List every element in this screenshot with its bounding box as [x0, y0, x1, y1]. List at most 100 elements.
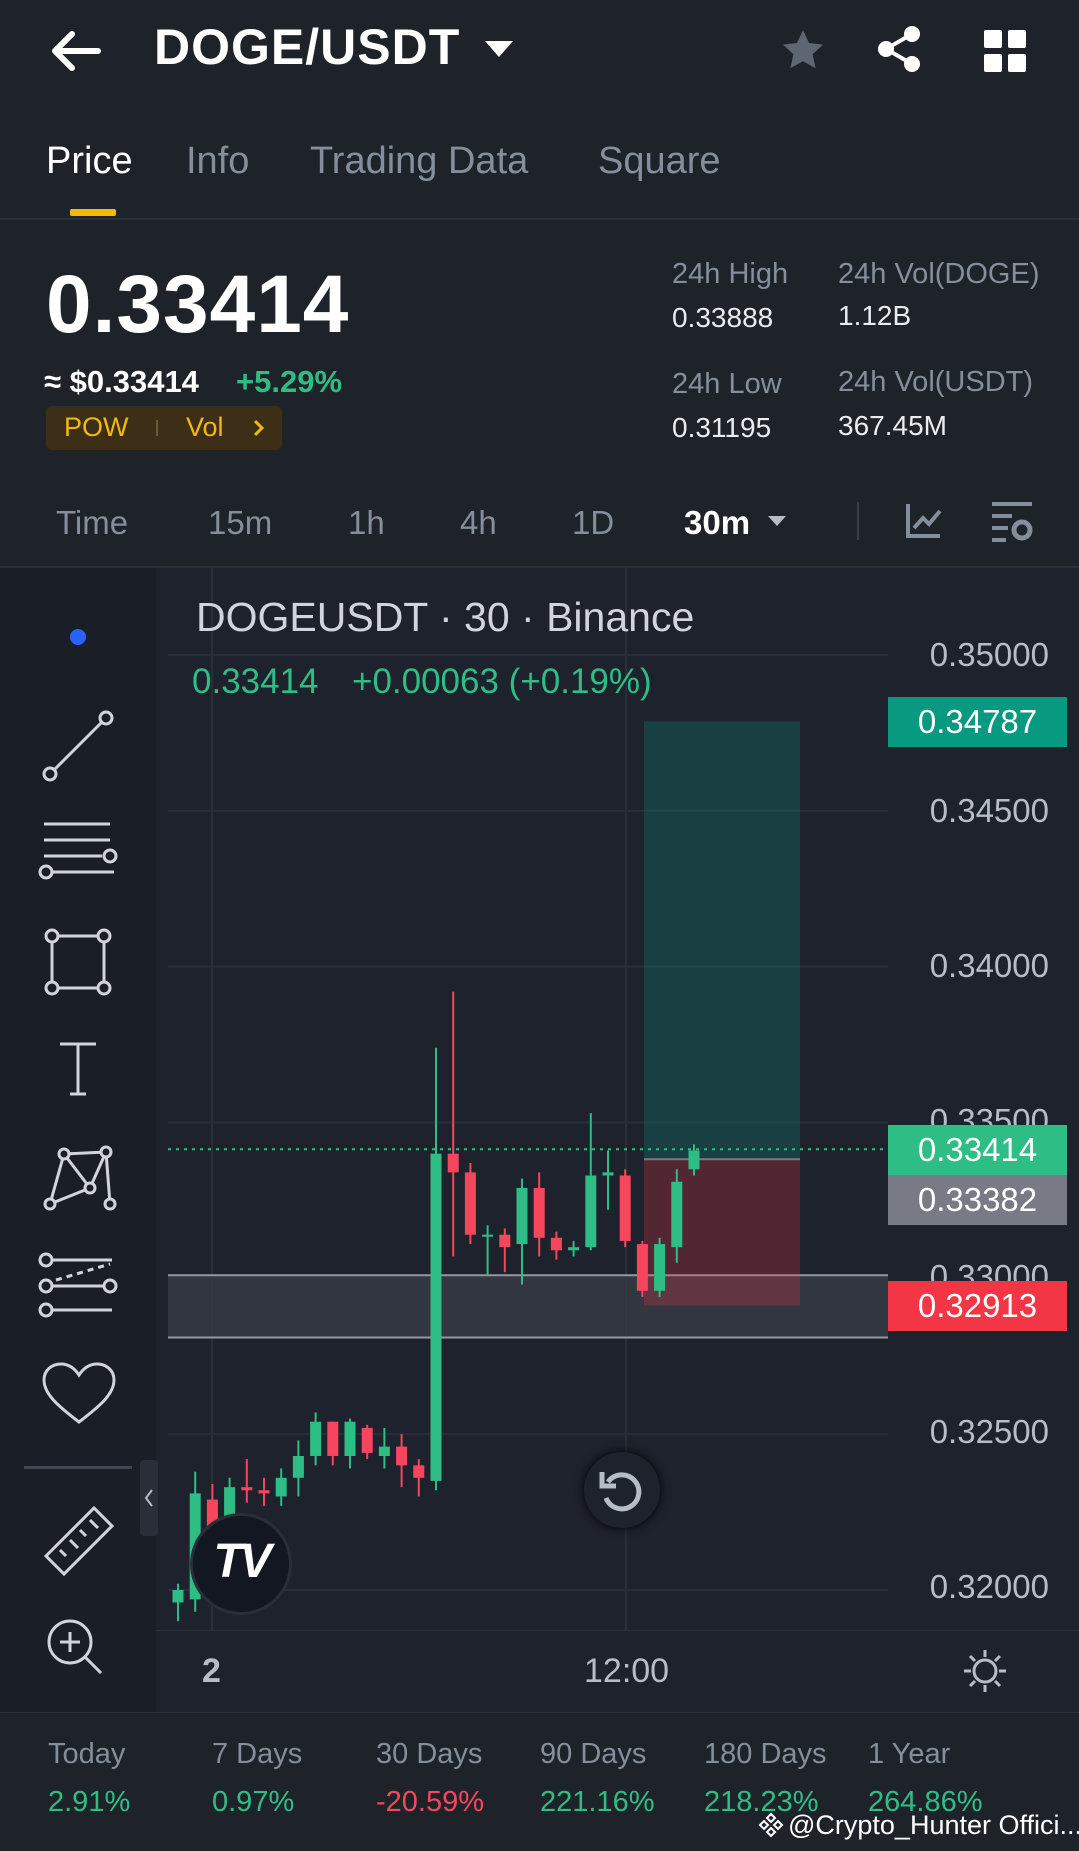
- back-button[interactable]: [46, 26, 106, 76]
- chart-title: DOGEUSDT · 30 · Binance: [196, 594, 695, 640]
- share-icon[interactable]: [876, 24, 924, 74]
- current-price-badge: 0.33414: [888, 1125, 1067, 1175]
- timeframe-1d[interactable]: 1D: [572, 504, 614, 542]
- perf-value-30d: -20.59%: [376, 1786, 485, 1818]
- timeframe-time[interactable]: Time: [56, 504, 128, 542]
- candle-body: [636, 1244, 648, 1291]
- binance-logo-icon: [758, 1812, 784, 1838]
- candle-body: [499, 1234, 511, 1248]
- perf-label-90d: 90 Days: [540, 1738, 647, 1770]
- toolbar-separator: [857, 502, 859, 540]
- brightness-icon[interactable]: [962, 1648, 1008, 1694]
- candle-body: [516, 1187, 528, 1245]
- indicator-icon[interactable]: [904, 500, 944, 540]
- position-loss-zone: [644, 1159, 800, 1306]
- candle-body: [568, 1247, 580, 1251]
- high-label: 24h High: [672, 258, 789, 290]
- star-icon[interactable]: [778, 26, 828, 74]
- chart-settings-icon[interactable]: [990, 500, 1036, 544]
- perf-label-today: Today: [48, 1738, 126, 1770]
- high-value: 0.33888: [672, 302, 774, 333]
- candle-body: [654, 1244, 666, 1291]
- timeframe-4h[interactable]: 4h: [460, 504, 497, 542]
- entry-price-badge: 0.33382: [888, 1175, 1067, 1225]
- watermark-text: @Crypto_Hunter Offici...: [788, 1810, 1079, 1840]
- timeframe-1h[interactable]: 1h: [348, 504, 385, 542]
- candle-body: [447, 1153, 459, 1173]
- y-tick-label: 0.32500: [929, 1413, 1049, 1450]
- divider: [0, 218, 1079, 220]
- timeframe-selected[interactable]: 30m: [684, 504, 750, 542]
- perf-value-7d: 0.97%: [212, 1786, 295, 1818]
- last-price: 0.33414: [46, 259, 350, 350]
- candle-body: [482, 1234, 494, 1237]
- candle-body: [533, 1187, 545, 1238]
- candle-body: [258, 1490, 270, 1494]
- candle-body: [413, 1465, 425, 1478]
- candle-body: [464, 1172, 476, 1235]
- tab-info[interactable]: Info: [186, 140, 249, 183]
- perf-value-90d: 221.16%: [540, 1786, 655, 1818]
- stop-price-badge: 0.32913: [888, 1281, 1067, 1331]
- candle-body: [378, 1446, 390, 1456]
- position-profit-zone: [644, 721, 800, 1160]
- chevron-right-icon: [253, 419, 265, 437]
- timeframe-15m[interactable]: 15m: [208, 504, 272, 542]
- tab-trading-data[interactable]: Trading Data: [310, 140, 528, 183]
- tag-vol: Vol: [186, 412, 224, 442]
- y-tick-label: 0.35000: [929, 636, 1049, 673]
- tab-square[interactable]: Square: [598, 140, 721, 183]
- candle-body: [327, 1421, 339, 1456]
- candle-body: [241, 1487, 253, 1491]
- candle-body: [172, 1590, 184, 1603]
- candle-body: [619, 1175, 631, 1241]
- low-value: 0.31195: [672, 412, 772, 443]
- y-tick-label: 0.34000: [929, 947, 1049, 984]
- tradingview-logo[interactable]: TV: [190, 1513, 292, 1615]
- tradingview-logo-text: TV: [213, 1535, 271, 1588]
- x-tick-label: 12:00: [584, 1652, 670, 1690]
- candle-body: [602, 1172, 614, 1176]
- vol-doge-label: 24h Vol(DOGE): [838, 258, 1040, 290]
- caret-down-icon[interactable]: [482, 38, 516, 60]
- tag-separator: [156, 420, 158, 436]
- vol-usdt-label: 24h Vol(USDT): [838, 366, 1034, 398]
- tags-row[interactable]: POW Vol: [46, 406, 282, 450]
- perf-label-30d: 30 Days: [376, 1738, 483, 1770]
- caret-down-icon[interactable]: [766, 514, 788, 528]
- candle-body: [550, 1237, 562, 1251]
- candle-body: [688, 1150, 700, 1170]
- tab-active-indicator: [70, 209, 116, 216]
- y-tick-label: 0.32000: [929, 1568, 1049, 1605]
- candle-body: [310, 1421, 322, 1456]
- candle-body: [361, 1427, 373, 1453]
- chart-delta: +0.00063 (+0.19%): [352, 662, 652, 701]
- candle-body: [671, 1181, 683, 1248]
- candle-body: [396, 1446, 408, 1466]
- price-usd: ≈ $0.33414: [44, 364, 199, 399]
- candle-body: [585, 1175, 597, 1248]
- vol-usdt-value: 367.45M: [838, 410, 947, 441]
- y-tick-label: 0.34500: [929, 792, 1049, 829]
- reset-icon: [599, 1472, 642, 1512]
- vol-doge-value: 1.12B: [838, 300, 912, 331]
- candle-body: [344, 1421, 356, 1456]
- candle-body: [292, 1455, 304, 1478]
- reset-chart-button[interactable]: [584, 1452, 660, 1528]
- target-price-badge: 0.34787: [888, 697, 1067, 747]
- perf-value-today: 2.91%: [48, 1786, 131, 1818]
- low-label: 24h Low: [672, 368, 782, 400]
- perf-label-1y: 1 Year: [868, 1738, 951, 1770]
- chart-quote: 0.33414: [192, 662, 319, 701]
- tab-price[interactable]: Price: [46, 140, 133, 183]
- candle-body: [430, 1153, 442, 1481]
- perf-label-7d: 7 Days: [212, 1738, 303, 1770]
- tag-pow: POW: [64, 412, 129, 442]
- candle-body: [275, 1477, 287, 1497]
- grid-icon[interactable]: [984, 30, 1026, 72]
- arrow-left-icon: [52, 31, 101, 71]
- price-change: +5.29%: [236, 364, 343, 399]
- x-tick-label: 2: [202, 1652, 221, 1690]
- pair-title[interactable]: DOGE/USDT: [154, 18, 460, 76]
- perf-label-180d: 180 Days: [704, 1738, 827, 1770]
